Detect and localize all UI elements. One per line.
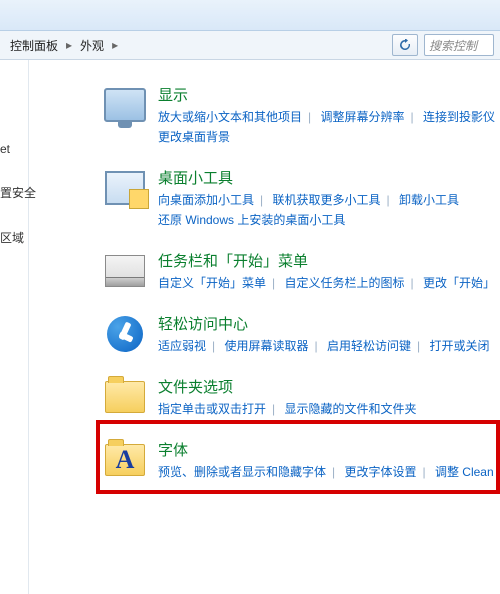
link[interactable]: 自定义「开始」菜单 bbox=[158, 276, 266, 290]
chevron-right-icon: ▸ bbox=[112, 38, 118, 52]
taskbar-icon[interactable] bbox=[104, 250, 146, 292]
category-links: 预览、删除或者显示和隐藏字体| 更改字体设置| 调整 Clean bbox=[158, 462, 500, 482]
category-links: 指定单击或双击打开| 显示隐藏的文件和文件夹 bbox=[158, 399, 500, 419]
category-title[interactable]: 字体 bbox=[158, 439, 500, 460]
link[interactable]: 放大或缩小文本和其他项目 bbox=[158, 110, 302, 124]
category-taskbar: 任务栏和「开始」菜单 自定义「开始」菜单| 自定义任务栏上的图标| 更改「开始」 bbox=[104, 250, 500, 293]
sidebar-item[interactable]: 区域 bbox=[0, 229, 28, 246]
gadget-icon[interactable] bbox=[104, 167, 146, 209]
breadcrumb-item[interactable]: 控制面板 bbox=[6, 35, 62, 56]
link[interactable]: 调整屏幕分辨率 bbox=[320, 110, 404, 124]
sidebar-item[interactable]: 置安全 bbox=[0, 184, 28, 201]
category-folder: 文件夹选项 指定单击或双击打开| 显示隐藏的文件和文件夹 bbox=[104, 376, 500, 419]
category-title[interactable]: 桌面小工具 bbox=[158, 167, 500, 188]
link[interactable]: 适应弱视 bbox=[158, 339, 206, 353]
fonts-icon[interactable]: A bbox=[104, 439, 146, 481]
sidebar: et 置安全 区域 bbox=[0, 60, 29, 594]
link[interactable]: 使用屏幕读取器 bbox=[224, 339, 308, 353]
sidebar-item[interactable]: et bbox=[0, 142, 28, 156]
category-links: 适应弱视| 使用屏幕读取器| 启用轻松访问键| 打开或关闭 bbox=[158, 336, 500, 356]
category-display: 显示 放大或缩小文本和其他项目| 调整屏幕分辨率| 连接到投影仪 更改桌面背景 bbox=[104, 84, 500, 147]
link[interactable]: 自定义任务栏上的图标 bbox=[284, 276, 404, 290]
refresh-button[interactable] bbox=[392, 34, 418, 56]
category-fonts: A 字体 预览、删除或者显示和隐藏字体| 更改字体设置| 调整 Clean bbox=[104, 439, 500, 482]
breadcrumb[interactable]: 控制面板 ▸ 外观 ▸ bbox=[6, 35, 386, 56]
refresh-icon bbox=[399, 39, 411, 51]
window-titlebar bbox=[0, 0, 500, 31]
chevron-right-icon: ▸ bbox=[66, 38, 72, 52]
link[interactable]: 预览、删除或者显示和隐藏字体 bbox=[158, 465, 326, 479]
link[interactable]: 更改字体设置 bbox=[344, 465, 416, 479]
breadcrumb-item[interactable]: 外观 bbox=[76, 35, 108, 56]
address-bar: 控制面板 ▸ 外观 ▸ 搜索控制 bbox=[0, 31, 500, 60]
category-links: 向桌面添加小工具| 联机获取更多小工具| 卸载小工具 还原 Windows 上安… bbox=[158, 190, 500, 230]
link[interactable]: 启用轻松访问键 bbox=[327, 339, 411, 353]
link[interactable]: 向桌面添加小工具 bbox=[158, 193, 254, 207]
link[interactable]: 调整 Clean bbox=[435, 465, 494, 479]
category-gadgets: 桌面小工具 向桌面添加小工具| 联机获取更多小工具| 卸载小工具 还原 Wind… bbox=[104, 167, 500, 230]
link[interactable]: 显示隐藏的文件和文件夹 bbox=[284, 402, 416, 416]
category-links: 自定义「开始」菜单| 自定义任务栏上的图标| 更改「开始」 bbox=[158, 273, 500, 293]
category-title[interactable]: 轻松访问中心 bbox=[158, 313, 500, 334]
link[interactable]: 打开或关闭 bbox=[429, 339, 489, 353]
link[interactable]: 连接到投影仪 bbox=[423, 110, 495, 124]
link[interactable]: 更改「开始」 bbox=[423, 276, 495, 290]
monitor-icon[interactable] bbox=[104, 84, 146, 126]
search-input[interactable]: 搜索控制 bbox=[424, 34, 494, 56]
category-links: 放大或缩小文本和其他项目| 调整屏幕分辨率| 连接到投影仪 更改桌面背景 bbox=[158, 107, 500, 147]
category-title[interactable]: 任务栏和「开始」菜单 bbox=[158, 250, 500, 271]
category-ease: 轻松访问中心 适应弱视| 使用屏幕读取器| 启用轻松访问键| 打开或关闭 bbox=[104, 313, 500, 356]
folder-icon[interactable] bbox=[104, 376, 146, 418]
category-title[interactable]: 显示 bbox=[158, 84, 500, 105]
ease-of-access-icon[interactable] bbox=[104, 313, 146, 355]
category-title[interactable]: 文件夹选项 bbox=[158, 376, 500, 397]
link[interactable]: 指定单击或双击打开 bbox=[158, 402, 266, 416]
link[interactable]: 更改桌面背景 bbox=[158, 130, 230, 144]
link[interactable]: 卸载小工具 bbox=[399, 193, 459, 207]
content-pane: 显示 放大或缩小文本和其他项目| 调整屏幕分辨率| 连接到投影仪 更改桌面背景 … bbox=[28, 60, 500, 540]
link[interactable]: 联机获取更多小工具 bbox=[272, 193, 380, 207]
search-placeholder: 搜索控制 bbox=[429, 37, 477, 54]
link[interactable]: 还原 Windows 上安装的桌面小工具 bbox=[158, 213, 345, 227]
